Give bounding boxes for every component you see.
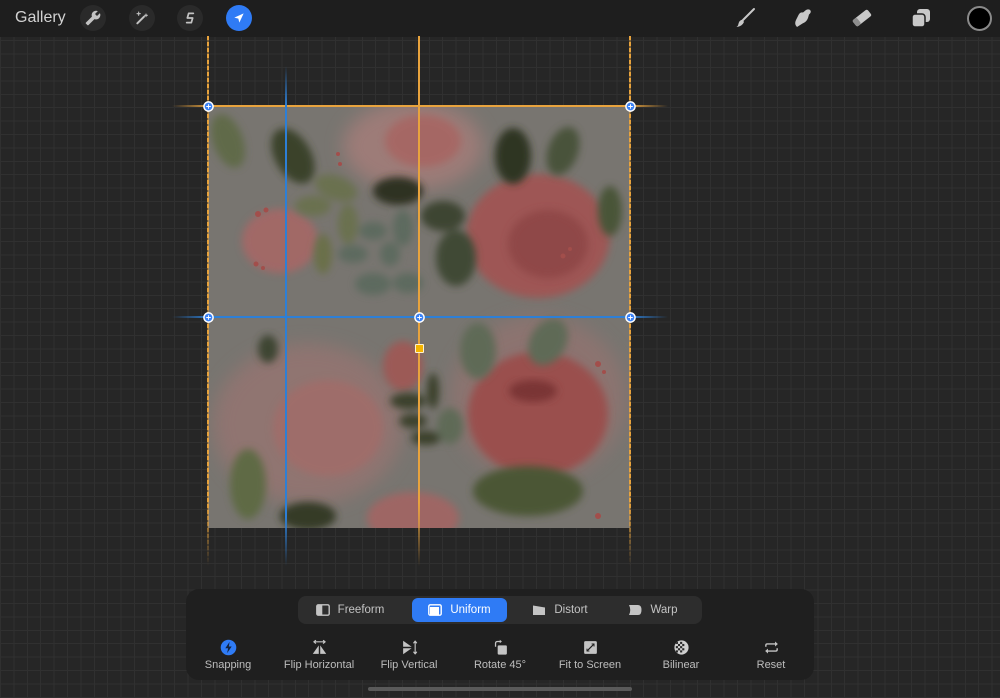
layers-button[interactable] bbox=[909, 6, 933, 30]
corner-handle-top-right[interactable] bbox=[625, 101, 636, 112]
smudge-button[interactable] bbox=[791, 6, 815, 30]
action-label: Flip Horizontal bbox=[283, 659, 355, 671]
corner-handle-top-left[interactable] bbox=[203, 101, 214, 112]
adjustments-button[interactable] bbox=[129, 5, 155, 31]
fit-to-screen-icon bbox=[583, 641, 597, 654]
smudge-icon bbox=[795, 9, 811, 27]
home-indicator[interactable] bbox=[368, 687, 632, 691]
actions-button[interactable] bbox=[80, 5, 106, 31]
reset-icon bbox=[764, 641, 778, 654]
mode-label: Distort bbox=[554, 604, 588, 616]
mode-uniform[interactable]: Uniform bbox=[412, 598, 507, 622]
bilinear-button[interactable]: Bilinear bbox=[636, 639, 726, 671]
bounding-guide-left bbox=[207, 36, 209, 566]
transform-panel: Freeform Uniform Distort Warp Snapping F… bbox=[186, 589, 814, 680]
magic-wand-icon bbox=[136, 11, 148, 25]
center-guide-vertical bbox=[418, 36, 420, 566]
transform-mode-selector: Freeform Uniform Distort Warp bbox=[298, 596, 702, 624]
freeform-icon bbox=[315, 604, 330, 616]
eraser-icon bbox=[852, 9, 872, 27]
mode-label: Warp bbox=[650, 604, 678, 616]
flip-vertical-icon bbox=[402, 640, 417, 655]
mode-freeform[interactable]: Freeform bbox=[302, 598, 398, 622]
flip-horizontal-icon bbox=[312, 639, 326, 654]
snapping-icon bbox=[220, 639, 236, 656]
mode-warp[interactable]: Warp bbox=[608, 598, 698, 622]
action-label: Reset bbox=[756, 659, 786, 671]
action-label: Flip Vertical bbox=[380, 659, 438, 671]
gallery-button[interactable]: Gallery bbox=[15, 9, 66, 27]
brush-icon bbox=[736, 8, 755, 27]
flip-vertical-button[interactable]: Flip Vertical bbox=[364, 639, 454, 671]
layers-icon bbox=[911, 9, 930, 28]
action-label: Rotate 45° bbox=[473, 659, 527, 671]
edge-handle-right[interactable] bbox=[625, 312, 636, 323]
bounding-guide-top bbox=[172, 105, 668, 107]
reset-button[interactable]: Reset bbox=[726, 639, 816, 671]
selection-button[interactable] bbox=[177, 5, 203, 31]
color-swatch[interactable] bbox=[967, 6, 992, 31]
mode-label: Freeform bbox=[337, 604, 385, 616]
mode-distort[interactable]: Distort bbox=[512, 598, 608, 622]
selection-icon bbox=[185, 12, 195, 24]
fit-to-screen-button[interactable]: Fit to Screen bbox=[545, 639, 635, 671]
wrench-icon bbox=[85, 10, 101, 26]
flip-horizontal-button[interactable]: Flip Horizontal bbox=[274, 639, 364, 671]
action-label: Snapping bbox=[204, 659, 252, 671]
brush-button[interactable] bbox=[733, 6, 757, 30]
snap-guide-vertical bbox=[285, 66, 287, 566]
warp-icon bbox=[629, 605, 642, 615]
distort-icon bbox=[533, 605, 546, 615]
mode-label: Uniform bbox=[450, 604, 491, 616]
top-toolbar: Gallery bbox=[0, 0, 1000, 37]
bilinear-icon bbox=[673, 640, 689, 655]
snapping-button[interactable]: Snapping bbox=[183, 639, 273, 671]
action-label: Fit to Screen bbox=[558, 659, 622, 671]
edge-handle-left[interactable] bbox=[203, 312, 214, 323]
rotate-icon bbox=[494, 639, 507, 655]
transform-button[interactable] bbox=[226, 5, 252, 31]
rotate-45-button[interactable]: Rotate 45° bbox=[455, 639, 545, 671]
bounding-guide-right bbox=[629, 36, 631, 566]
action-label: Bilinear bbox=[662, 659, 700, 671]
center-handle[interactable] bbox=[414, 312, 425, 323]
eraser-button[interactable] bbox=[850, 6, 874, 30]
rotation-handle[interactable] bbox=[415, 344, 424, 353]
uniform-icon bbox=[428, 604, 443, 616]
transform-arrow-icon bbox=[234, 13, 244, 23]
